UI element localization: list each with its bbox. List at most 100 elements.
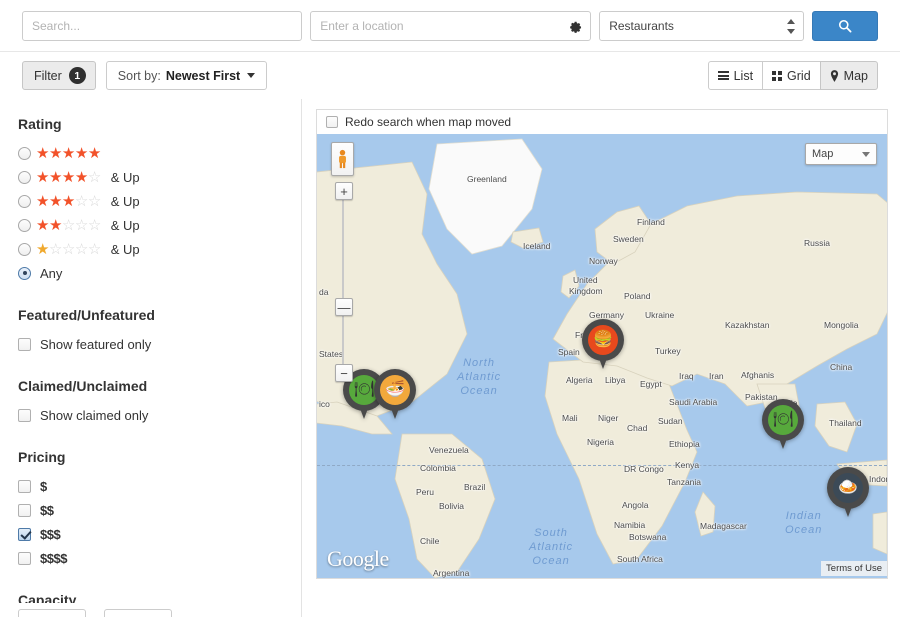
redo-search-label: Redo search when map moved [345,115,512,129]
rating-radio-5[interactable] [18,146,31,160]
capacity-max-input[interactable] [104,609,172,617]
google-logo: Google [327,546,389,571]
chevron-down-icon [247,73,256,78]
rating-section-title: Rating [18,116,62,132]
soup-bowl-icon: 🍜 [380,375,410,405]
marker-usa-east-2[interactable]: 🍜 [374,369,416,419]
pricing-section-title: Pricing [18,449,66,465]
rating-any-label: Any [40,265,63,281]
marker-norway[interactable]: 🍔 [582,319,624,369]
zoom-in-button[interactable]: + [335,182,353,200]
pricing-checkbox-4[interactable] [18,551,31,565]
rating-suffix-4: & Up [110,169,140,185]
chevron-down-icon [862,151,870,157]
rating-radio-any[interactable] [18,266,31,280]
star-rating-5: ★ ★ ★ ★ ★ [36,144,101,162]
location-input[interactable] [310,10,592,41]
rating-radio-3[interactable] [18,194,31,208]
zoom-control: + — − [335,182,353,382]
zoom-slider-handle[interactable]: — [335,298,353,316]
location-field-wrapper [310,10,592,41]
claimed-option[interactable]: Show claimed only [18,403,283,427]
view-toggle-group: List Grid Map [707,61,878,90]
sort-prefix-label: Sort by: [117,68,161,83]
pricing-label-2: $$ [40,502,54,518]
marker-thailand[interactable]: 🍛 [827,467,869,517]
star-rating-2: ★ ★ ☆ ☆ ☆ [36,216,101,234]
filter-button[interactable]: Filter 1 [22,61,96,90]
map-canvas[interactable]: Greenland Iceland Norway Sweden Finland Russi… [317,134,887,578]
star-rating-3: ★ ★ ★ ☆ ☆ [36,192,101,210]
pricing-label-1: $ [40,478,47,494]
pricing-option-2[interactable]: $$ [18,498,283,522]
filter-count-badge: 1 [68,67,86,84]
terms-of-use-link[interactable]: Terms of Use [821,561,887,576]
map-panel: Redo search when map moved Greenland Ice… [316,109,888,579]
capacity-section-title: Capacity [18,592,77,603]
pricing-checkbox-1[interactable] [18,479,31,493]
pricing-option-4[interactable]: $$$$ [18,546,283,570]
marker-india[interactable]: 🍽 [762,399,804,449]
pegman-icon[interactable] [331,142,354,176]
cutlery-icon: 🍽 [768,405,798,435]
rating-radio-1[interactable] [18,242,31,256]
map-type-selector[interactable]: Map [805,143,877,165]
map-pin-icon [830,69,839,82]
claimed-checkbox[interactable] [18,408,31,422]
content-area: Rating ★ ★ ★ ★ ★ ★ ★ ★ ★ ☆ & Up ★ ★ ★ ☆ ☆ & Up ★ ★ ☆ ☆ ☆ [0,99,900,617]
featured-checkbox[interactable] [18,337,31,351]
zoom-slider-track[interactable] [342,192,344,377]
grid-icon [772,70,783,81]
star-rating-4: ★ ★ ★ ★ ☆ [36,168,101,186]
rating-option-5[interactable]: ★ ★ ★ ★ ★ [18,141,283,165]
sort-value-label: Newest First [165,68,241,83]
view-toggle-list[interactable]: List [707,61,764,90]
search-bar: Restaurants [0,0,900,52]
sort-button[interactable]: Sort by: Newest First [105,61,268,90]
search-icon [838,19,852,33]
search-button[interactable] [812,10,878,41]
capacity-min-input[interactable] [18,609,86,617]
rating-option-4[interactable]: ★ ★ ★ ★ ☆ & Up [18,165,283,189]
pricing-option-3[interactable]: $$$ [18,522,283,546]
rating-suffix-3: & Up [110,193,140,209]
claimed-section-title: Claimed/Unclaimed [18,378,148,394]
category-select[interactable]: Restaurants [599,10,805,41]
filter-button-label: Filter [34,68,62,83]
category-select-wrapper: Restaurants [599,10,805,41]
rating-radio-2[interactable] [18,218,31,232]
results-toolbar: Filter 1 Sort by: Newest First List Grid… [0,52,900,99]
view-toggle-map[interactable]: Map [819,61,878,90]
featured-label: Show featured only [40,336,152,352]
rating-option-2[interactable]: ★ ★ ☆ ☆ ☆ & Up [18,213,283,237]
filters-sidebar: Rating ★ ★ ★ ★ ★ ★ ★ ★ ★ ☆ & Up ★ ★ ★ ☆ ☆ & Up ★ ★ ☆ ☆ ☆ [0,99,302,617]
rating-option-3[interactable]: ★ ★ ★ ☆ ☆ & Up [18,189,283,213]
rating-radio-4[interactable] [18,170,31,184]
view-toggle-grid[interactable]: Grid [762,61,821,90]
burger-icon: 🍔 [588,325,618,355]
pricing-label-3: $$$ [40,526,61,542]
rating-option-any[interactable]: Any [18,261,283,285]
featured-option[interactable]: Show featured only [18,332,283,356]
rating-option-1[interactable]: ★ ☆ ☆ ☆ ☆ & Up [18,237,283,261]
pricing-label-4: $$$$ [40,550,67,566]
pricing-checkbox-2[interactable] [18,503,31,517]
redo-search-checkbox[interactable] [326,116,338,128]
view-toggle-map-label: Map [843,68,868,83]
capacity-inputs [18,609,283,617]
pricing-option-1[interactable]: $ [18,474,283,498]
spinner-arrows-icon [786,18,795,34]
pricing-checkbox-3[interactable] [18,527,31,541]
featured-section-title: Featured/Unfeatured [18,307,155,323]
food-icon: 🍛 [833,473,863,503]
claimed-label: Show claimed only [40,407,149,423]
redo-search-row[interactable]: Redo search when map moved [317,110,887,134]
rating-suffix-2: & Up [110,217,140,233]
star-rating-1: ★ ☆ ☆ ☆ ☆ [36,240,101,258]
gear-icon[interactable] [568,18,583,33]
list-icon [717,71,729,80]
search-input[interactable] [22,10,303,41]
zoom-out-button[interactable]: − [335,364,353,382]
rating-suffix-1: & Up [110,241,140,257]
map-type-label: Map [812,148,834,160]
